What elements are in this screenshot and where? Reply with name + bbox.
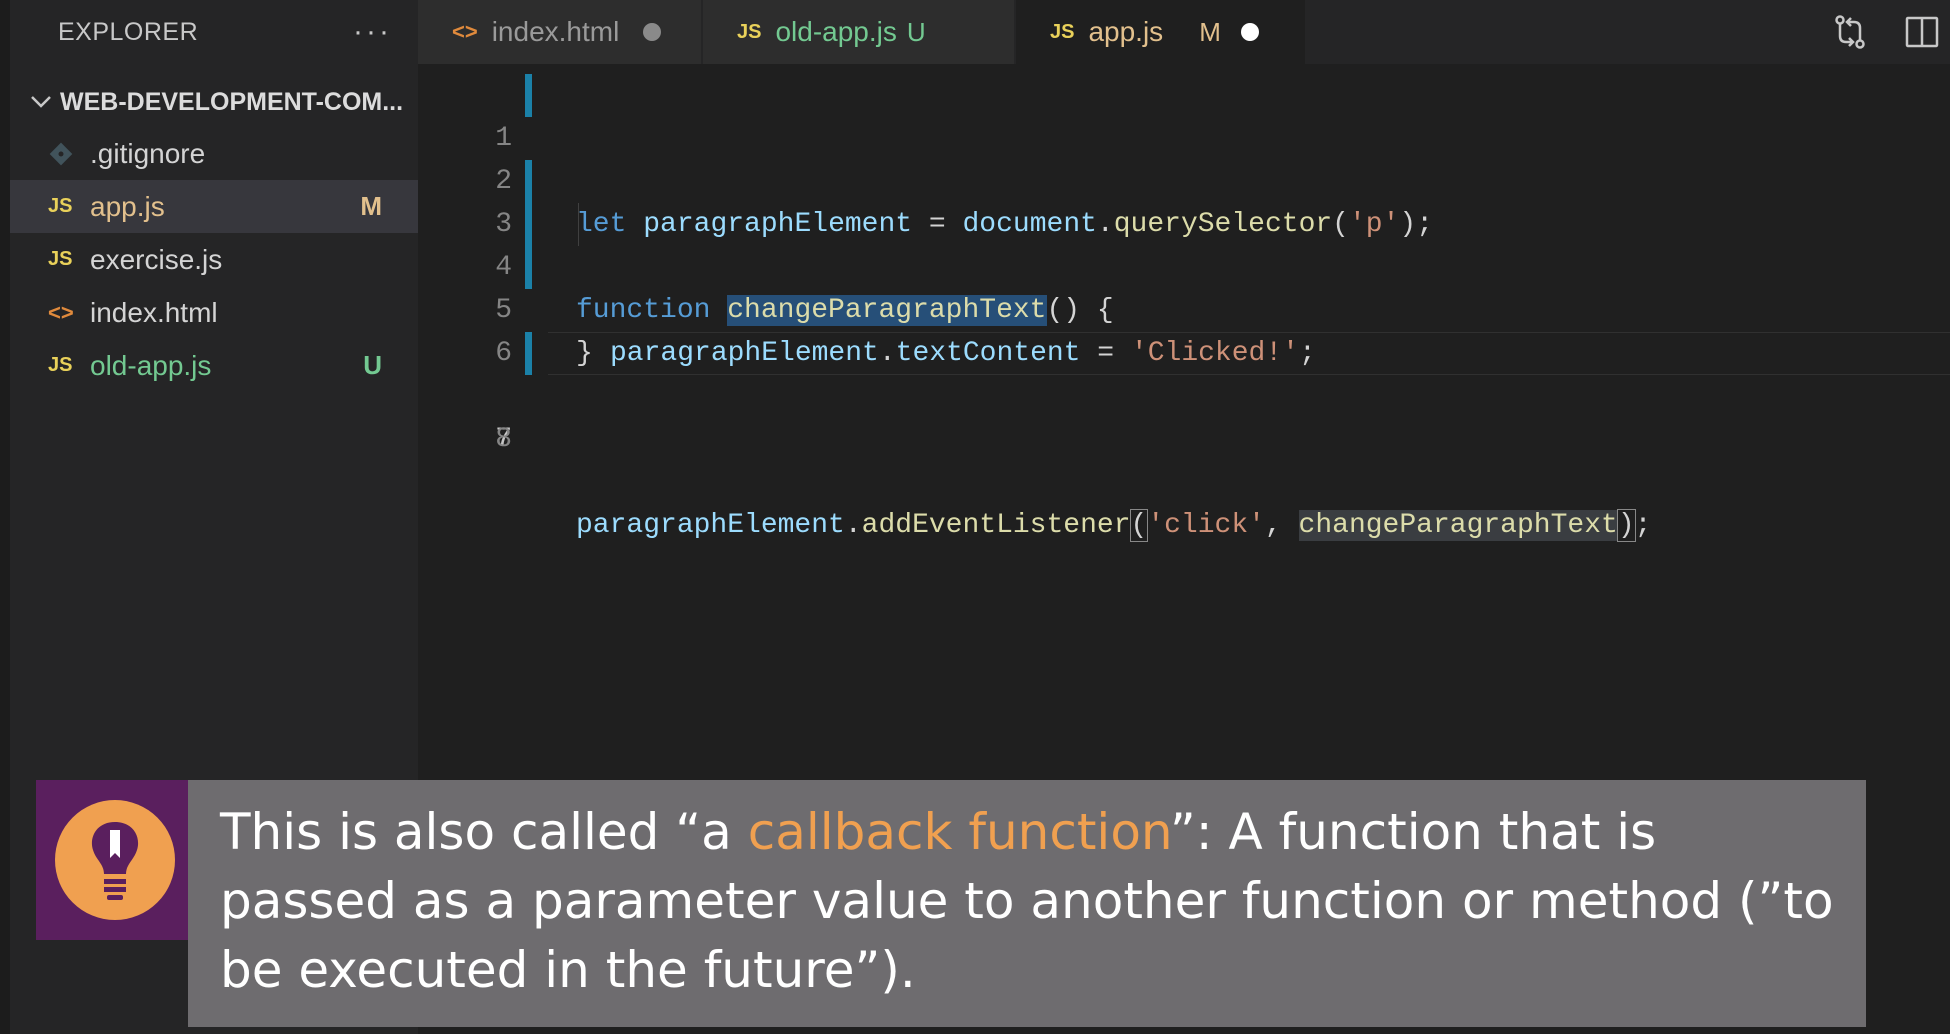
line-number: 8 xyxy=(495,424,512,455)
file-name: .gitignore xyxy=(90,137,206,169)
file-name: index.html xyxy=(90,296,218,328)
caption-text-start: This is also called “a xyxy=(220,803,748,861)
code-text: paragraphElement.addEventListener('click… xyxy=(576,504,1651,547)
caption-box: This is also called “a callback function… xyxy=(188,780,1866,1027)
bracket-match: ) xyxy=(1616,509,1636,542)
indent-guide xyxy=(578,203,579,246)
git-modified-marker xyxy=(525,74,532,117)
identifier: paragraphElement xyxy=(576,510,845,541)
file-item-app-js[interactable]: JS app.js M xyxy=(10,180,418,233)
file-name: app.js xyxy=(90,190,165,222)
punctuation: . xyxy=(844,510,862,541)
file-item-gitignore[interactable]: .gitignore xyxy=(10,127,418,180)
tab-index-html[interactable]: <> index.html xyxy=(418,0,702,64)
caption-text: This is also called “a callback function… xyxy=(220,798,1836,1005)
html-icon: <> xyxy=(452,19,478,44)
js-icon: JS xyxy=(737,20,762,43)
js-icon: JS xyxy=(48,248,73,270)
untracked-badge: U xyxy=(363,350,382,380)
tab-label: old-app.js xyxy=(775,16,897,47)
code-line-6[interactable]: 6 xyxy=(418,289,1950,369)
modified-badge: M xyxy=(1199,16,1221,47)
file-item-index-html[interactable]: <> index.html xyxy=(10,286,418,339)
unsaved-dot-icon[interactable] xyxy=(1240,23,1259,41)
split-editor-icon[interactable] xyxy=(1902,12,1942,52)
folder-name: WEB-DEVELOPMENT-COM... xyxy=(60,87,404,116)
git-modified-marker xyxy=(525,332,532,375)
function-name: addEventListener xyxy=(861,510,1131,541)
compare-changes-icon[interactable] xyxy=(1830,12,1870,52)
caption-highlight: callback function xyxy=(747,803,1170,861)
tab-label: index.html xyxy=(491,16,620,47)
html-icon: <> xyxy=(48,299,74,325)
code-line-4[interactable]: 4 paragraphElement.textContent = 'Clicke… xyxy=(418,203,1950,369)
current-line-highlight xyxy=(548,332,1950,375)
punctuation: ; xyxy=(1634,510,1652,541)
unsaved-dot-icon[interactable] xyxy=(643,23,662,41)
file-name: exercise.js xyxy=(90,243,223,275)
git-icon xyxy=(48,141,90,167)
folder-header[interactable]: WEB-DEVELOPMENT-COM... xyxy=(10,78,418,126)
tab-label: app.js xyxy=(1088,16,1164,47)
file-tree: .gitignore JS app.js M JS exercise.js <>… xyxy=(10,127,418,392)
string: 'click' xyxy=(1147,510,1265,541)
lightbulb-icon xyxy=(55,800,175,920)
code-line-8[interactable]: 8 xyxy=(418,375,1950,455)
code-line-5[interactable]: 5 } xyxy=(418,246,1950,369)
activity-bar-edge xyxy=(0,0,10,1034)
code-line-2[interactable]: 2 xyxy=(418,117,1950,197)
code-line-1[interactable]: 1 let paragraphElement = document.queryS… xyxy=(418,74,1950,240)
js-icon: JS xyxy=(48,354,73,376)
punctuation: , xyxy=(1264,510,1299,541)
tab-old-app-js[interactable]: JS old-app.js U xyxy=(703,0,1015,64)
js-icon: JS xyxy=(48,195,73,217)
tab-app-js[interactable]: JS app.js M xyxy=(1016,0,1306,64)
caption-icon-box xyxy=(36,780,188,940)
file-name: old-app.js xyxy=(90,349,212,381)
js-icon: JS xyxy=(1050,20,1075,43)
function-reference: changeParagraphText xyxy=(1298,510,1618,541)
untracked-badge: U xyxy=(906,16,926,47)
explorer-title: EXPLORER xyxy=(58,17,199,46)
more-actions-icon[interactable]: ··· xyxy=(353,15,392,49)
code-line-3[interactable]: 3 function changeParagraphText() { xyxy=(418,160,1950,326)
explorer-header: EXPLORER ··· xyxy=(10,0,418,64)
chevron-down-icon[interactable] xyxy=(22,95,60,109)
file-item-exercise-js[interactable]: JS exercise.js xyxy=(10,233,418,286)
tab-bar: <> index.html JS old-app.js U JS app.js … xyxy=(418,0,1950,64)
bracket-match: ( xyxy=(1129,509,1149,542)
modified-badge: M xyxy=(360,191,382,221)
file-item-old-app-js[interactable]: JS old-app.js U xyxy=(10,339,418,392)
code-line-7[interactable]: 7 paragraphElement.addEventListener('cli… xyxy=(418,332,1950,542)
